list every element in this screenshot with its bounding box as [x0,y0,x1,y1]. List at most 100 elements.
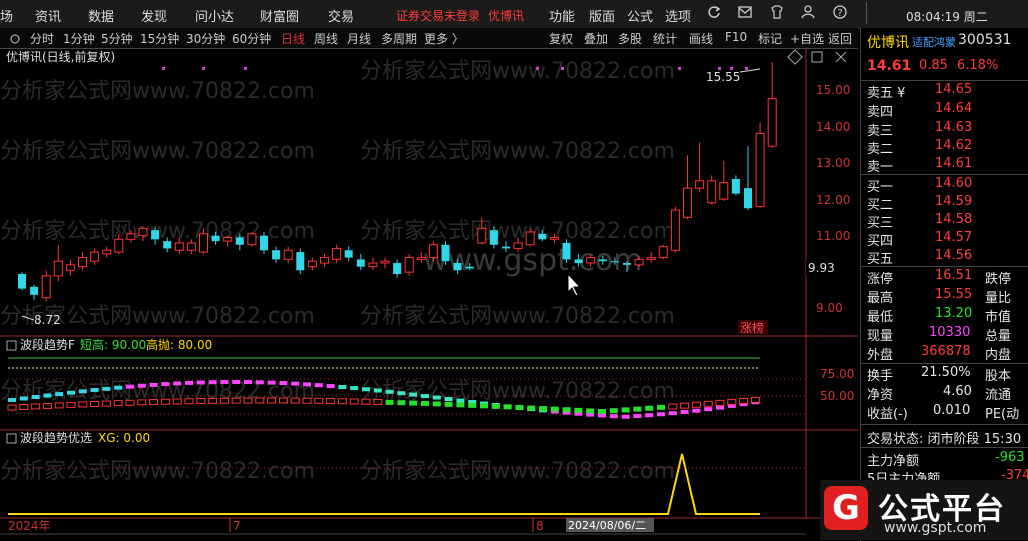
trend-bar [303,382,311,387]
period-30min[interactable]: 30分钟 [186,30,225,47]
trend-bar [503,404,512,410]
stat-label: 涨停 [867,272,894,287]
period-5min[interactable]: 5分钟 [101,30,133,47]
chart-area[interactable]: 分析家公式网www.70822.com 分析家公式网www.70822.com … [0,48,858,539]
trend-bar [668,403,678,410]
trend-bar [716,405,724,410]
trend-bar [550,406,559,412]
stat-high: 15.55 [935,287,973,302]
menu-item-formula[interactable]: 公式 [627,6,653,25]
help-icon[interactable]: ? [832,4,848,24]
trend-bar [314,383,323,388]
candle-body [634,258,644,266]
period-60min[interactable]: 60分钟 [232,30,271,47]
menu-item-discover[interactable]: 发现 [141,6,167,25]
candle-body [65,264,75,271]
message-icon[interactable] [737,4,753,24]
chart-window-buttons[interactable] [787,49,847,65]
tool-multi-stock[interactable]: 多股 [618,30,642,47]
divider [861,266,1028,267]
high-arrow [739,68,761,73]
stat-low: 13.20 [935,306,973,321]
tool-f10[interactable]: F10 [725,30,747,44]
trend-bar [279,381,288,386]
candle-body [320,257,329,264]
tool-add-watchlist[interactable]: +自选 [790,30,824,47]
user-icon[interactable] [800,4,816,24]
limit-up-badge[interactable]: 涨榜 [740,320,764,335]
menu-item[interactable]: 场 [0,6,13,25]
period-monthly[interactable]: 月线 [347,30,371,47]
candle-body [562,242,571,260]
menu-item-data[interactable]: 数据 [88,6,114,25]
stat-label: 量比 [985,291,1012,306]
trend-bar [114,385,123,390]
candle-body [574,259,583,264]
trend-bar [373,388,382,393]
trend-bar [90,388,99,393]
candle-body [174,242,184,251]
svg-text:分析家公式网www.70822.com: 分析家公式网www.70822.com [360,379,675,404]
trend-bar [421,400,429,406]
trend-bar [491,403,500,409]
svg-text:分析家公式网www.70822.com: 分析家公式网www.70822.com [0,79,315,104]
candle-body [235,237,244,245]
trend-bar [539,406,547,412]
logo-icon: G [824,486,868,530]
refresh-icon[interactable] [706,4,722,24]
menu-item-trade[interactable]: 交易 [328,6,354,25]
quote-concept-tag[interactable]: 适配鸿蒙 [912,34,956,52]
stat-label: 流通 [985,388,1012,403]
login-warning[interactable]: 证券交易未登录 [396,7,480,24]
stat-label: PE(动 [985,407,1020,422]
svg-text:50.00: 50.00 [820,389,854,403]
trend-bar [255,380,264,385]
candle-body [41,275,51,299]
trend-bar [231,397,241,404]
candle-body [586,257,596,264]
period-1min[interactable]: 1分钟 [63,30,95,47]
menu-item-options[interactable]: 选项 [665,6,691,25]
candle-body [53,260,63,277]
svg-text:分析家公式网www.70822.com: 分析家公式网www.70822.com [360,304,675,329]
menu-item-fortune[interactable]: 财富圈 [260,6,299,25]
svg-text:分析家公式网www.70822.com: 分析家公式网www.70822.com [360,139,675,164]
bid-price: 14.59 [935,194,973,209]
candle-body [296,252,305,271]
period-daily[interactable]: 日线 [281,30,305,47]
ask-price: 14.63 [935,120,973,135]
candle-body [416,257,426,260]
trend-bar [113,400,123,407]
stat-turnover: 21.50% [921,365,971,380]
candle-body [453,263,462,271]
period-weekly[interactable]: 周线 [314,30,338,47]
skin-icon[interactable] [769,4,785,24]
period-more[interactable]: 更多 〉 [424,30,464,47]
trend-bar [645,405,654,411]
tool-back[interactable]: 返回 [828,30,852,47]
period-intraday[interactable]: 分时 [30,30,54,47]
tool-overlay[interactable]: 叠加 [584,30,608,47]
tool-drawing[interactable]: 画线 [689,30,713,47]
menu-item-function[interactable]: 功能 [549,6,575,25]
candle-body [393,263,402,274]
menu-item-wenxiaoda[interactable]: 问小达 [195,6,234,25]
trend-bar [562,407,571,413]
trend-bar [527,405,536,411]
svg-text:波段趋势优选: 波段趋势优选 [20,430,92,445]
tool-statistics[interactable]: 统计 [653,30,677,47]
tool-mark[interactable]: 标记 [758,30,782,47]
stat-current-volume: 10330 [929,325,971,340]
y-tick: 14.00 [816,120,850,134]
trend-bar [432,395,441,400]
tool-restore-rights[interactable]: 复权 [549,30,573,47]
period-multi[interactable]: 多周期 [381,30,417,47]
trend-bar [267,380,276,385]
bid-price: 14.57 [935,230,973,245]
trend-bar [102,386,111,391]
menu-item-news[interactable]: 资讯 [35,6,61,25]
ask-price: 14.61 [935,156,973,171]
menu-item-layout[interactable]: 版面 [589,6,615,25]
period-15min[interactable]: 15分钟 [140,30,179,47]
bid-price: 14.60 [935,176,973,191]
